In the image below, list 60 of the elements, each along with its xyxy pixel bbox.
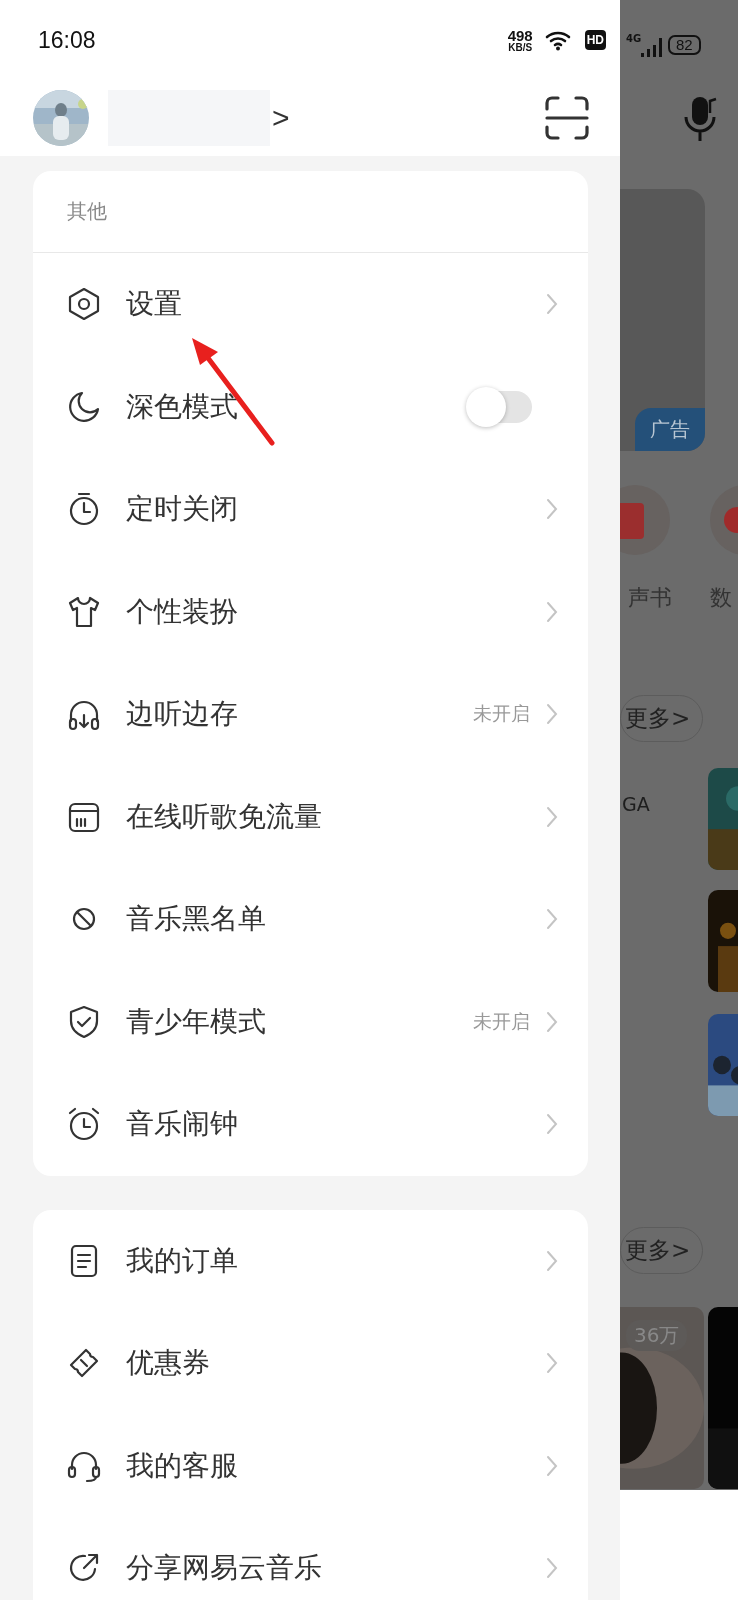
network-type: 4G	[626, 33, 642, 44]
chevron-icon	[546, 1454, 558, 1477]
category-label: 声书	[628, 584, 672, 612]
chevron-icon	[546, 908, 558, 931]
menu-label: 音乐闹钟	[126, 1106, 238, 1143]
menu-label: 分享网易云音乐	[126, 1550, 322, 1587]
menu-label: 在线听歌免流量	[126, 798, 322, 835]
chevron-icon	[546, 293, 558, 316]
menu-label: 设置	[126, 286, 182, 323]
menu-item[interactable]: 我的客服	[33, 1414, 588, 1517]
chevron-icon	[546, 498, 558, 521]
menu-item[interactable]: 在线听歌免流量	[33, 765, 588, 868]
hd-badge: HD	[584, 30, 606, 50]
profile-chevron[interactable]: >	[272, 101, 290, 135]
chevron-icon	[546, 1249, 558, 1272]
menu-item[interactable]: 边听边存 未开启	[33, 663, 588, 766]
menu-item[interactable]: 音乐黑名单	[33, 868, 588, 971]
menu-item[interactable]: 设置	[33, 253, 588, 356]
chevron-icon	[546, 600, 558, 623]
menu-item[interactable]: 青少年模式 未开启	[33, 970, 588, 1073]
shirt-icon	[67, 594, 101, 629]
battery-indicator: 82	[668, 35, 701, 55]
chevron-icon	[546, 1557, 558, 1580]
song-caption: GA	[622, 793, 650, 815]
menu-item[interactable]: 分享网易云音乐	[33, 1517, 588, 1600]
status-text: 未开启	[473, 701, 530, 727]
category-label: 数	[710, 584, 732, 612]
menu-label: 边听边存	[126, 696, 238, 733]
menu-label: 我的客服	[126, 1447, 238, 1484]
status-time: 16:08	[38, 26, 96, 54]
network-speed: 498 KB/S	[507, 27, 533, 53]
ad-badge: 广告	[635, 408, 705, 451]
chevron-icon	[546, 1352, 558, 1375]
menu-item[interactable]: 个性装扮	[33, 560, 588, 663]
menu-label: 定时关闭	[126, 491, 238, 528]
menu-item[interactable]: 定时关闭	[33, 458, 588, 561]
menu-label: 我的订单	[126, 1242, 238, 1279]
menu-item[interactable]: 优惠券	[33, 1312, 588, 1415]
status-text: 未开启	[473, 1008, 530, 1034]
settings-icon	[67, 287, 101, 322]
section-title: 其他	[67, 198, 107, 225]
chevron-icon	[546, 805, 558, 828]
menu-label: 音乐黑名单	[126, 901, 266, 938]
alarm-icon	[67, 1107, 101, 1142]
shield-icon	[67, 1004, 101, 1039]
menu-item[interactable]: 我的订单	[33, 1209, 588, 1312]
chevron-icon	[546, 1010, 558, 1033]
moon-icon	[67, 389, 101, 424]
menu-label: 优惠券	[126, 1345, 210, 1382]
chevron-icon	[546, 1113, 558, 1136]
timer-icon	[67, 492, 101, 527]
menu-label: 深色模式	[126, 388, 238, 425]
chevron-icon	[546, 703, 558, 726]
wifi-icon	[544, 29, 573, 51]
menu-label: 青少年模式	[126, 1003, 266, 1040]
menu-label: 个性装扮	[126, 593, 238, 630]
signal-icon	[641, 37, 662, 57]
menu-item[interactable]: 深色模式	[33, 355, 588, 458]
menu-item[interactable]: 音乐闹钟	[33, 1073, 588, 1176]
scan-icon[interactable]	[544, 95, 590, 141]
